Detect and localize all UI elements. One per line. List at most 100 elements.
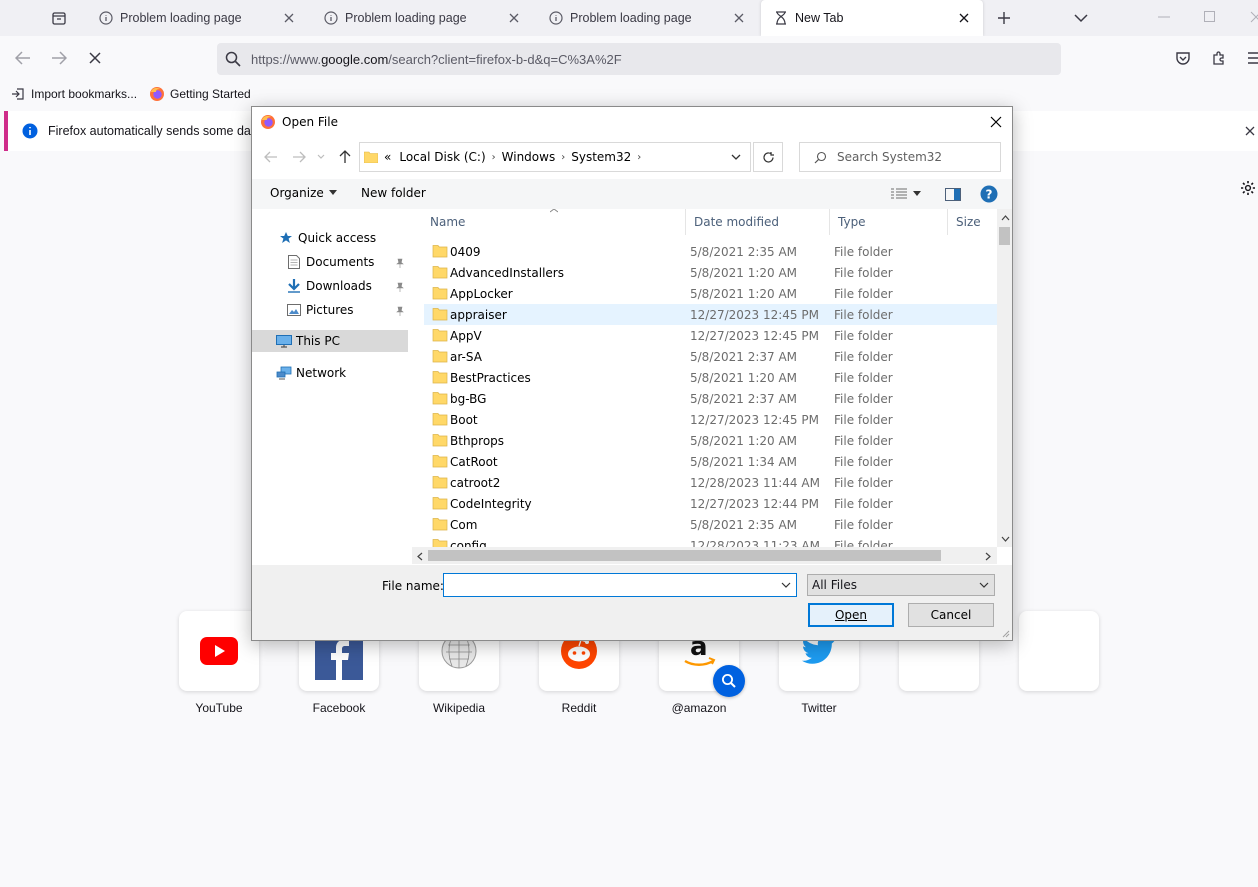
address-history-dropdown[interactable]	[727, 148, 745, 166]
horizontal-scroll-thumb[interactable]	[428, 550, 941, 561]
address-breadcrumb[interactable]: « Local Disk (C:) › Windows › System32 ›	[359, 142, 751, 172]
file-name-dropdown[interactable]	[778, 577, 794, 593]
close-icon	[1250, 11, 1258, 23]
file-row[interactable]: Bthprops 5/8/2021 1:20 AM File folder	[424, 430, 997, 451]
column-type-header[interactable]: Type	[830, 209, 948, 235]
column-date-header[interactable]: Date modified	[686, 209, 830, 235]
breadcrumb-separator-icon[interactable]: ›	[492, 152, 496, 163]
nav-this-pc[interactable]: This PC	[252, 330, 408, 352]
dialog-close-button[interactable]	[986, 112, 1006, 132]
close-window-button[interactable]	[1244, 6, 1258, 28]
file-row[interactable]: Com 5/8/2021 2:35 AM File folder	[424, 514, 997, 535]
organize-button[interactable]: Organize	[270, 186, 338, 200]
file-row[interactable]: BestPractices 5/8/2021 1:20 AM File folder	[424, 367, 997, 388]
pin-icon[interactable]	[394, 305, 406, 317]
file-row[interactable]: CatRoot 5/8/2021 1:34 AM File folder	[424, 451, 997, 472]
stop-button[interactable]	[83, 46, 107, 70]
folder-search-input[interactable]	[837, 150, 997, 164]
getting-started-link[interactable]: Getting Started	[149, 85, 251, 103]
maximize-button[interactable]	[1198, 6, 1222, 28]
vertical-scroll-thumb[interactable]	[999, 227, 1010, 245]
dialog-back-button[interactable]	[262, 148, 280, 166]
dialog-forward-button[interactable]	[290, 148, 308, 166]
breadcrumb-separator-icon[interactable]: ›	[561, 152, 565, 163]
file-row[interactable]: 0409 5/8/2021 2:35 AM File folder	[424, 241, 997, 262]
pin-icon[interactable]	[394, 257, 406, 269]
nav-label: Quick access	[298, 231, 377, 245]
file-row[interactable]: config 12/28/2023 11:23 AM File folder	[424, 535, 997, 547]
file-name-combobox[interactable]	[443, 573, 797, 597]
file-row[interactable]: appraiser 12/27/2023 12:45 PM File folder	[424, 304, 997, 325]
nav-quick-access[interactable]: Quick access	[278, 227, 376, 249]
file-row[interactable]: AdvancedInstallers 5/8/2021 1:20 AM File f…	[424, 262, 997, 283]
file-type-dropdown-icon[interactable]	[977, 578, 991, 592]
close-tab-icon[interactable]	[505, 9, 523, 27]
scroll-down-icon[interactable]	[999, 533, 1011, 545]
file-row[interactable]: AppLocker 5/8/2021 1:20 AM File folder	[424, 283, 997, 304]
import-bookmarks-link[interactable]: Import bookmarks...	[10, 85, 137, 103]
shortcut-youtube[interactable]: YouTube	[179, 611, 259, 715]
nav-pictures[interactable]: Pictures	[286, 299, 354, 321]
minimize-button[interactable]	[1152, 6, 1176, 28]
change-view-button[interactable]	[888, 183, 924, 205]
nav-network[interactable]: Network	[276, 362, 346, 384]
folder-search-box[interactable]	[799, 142, 1001, 172]
shortcut-tile[interactable]	[179, 611, 259, 691]
scroll-left-icon[interactable]	[414, 550, 426, 562]
shortcut-label: Wikipedia	[432, 701, 486, 715]
close-tab-icon[interactable]	[280, 9, 298, 27]
file-type-select[interactable]: All Files	[807, 574, 995, 596]
up-folder-button[interactable]	[336, 148, 354, 166]
tab-1[interactable]: Problem loading page	[86, 0, 308, 36]
file-row[interactable]: catroot2 12/28/2023 11:44 AM File folder	[424, 472, 997, 493]
close-tab-icon[interactable]	[730, 9, 748, 27]
scroll-right-icon[interactable]	[982, 550, 994, 562]
file-name-input[interactable]	[444, 574, 774, 596]
extensions-button[interactable]	[1207, 46, 1231, 70]
nav-downloads[interactable]: Downloads	[286, 275, 372, 297]
notification-close-button[interactable]	[1243, 124, 1257, 138]
tab-2[interactable]: Problem loading page	[311, 0, 533, 36]
file-row[interactable]: AppV 12/27/2023 12:45 PM File folder	[424, 325, 997, 346]
back-button[interactable]	[11, 46, 35, 70]
file-row[interactable]: CodeIntegrity 12/27/2023 12:44 PM File fol…	[424, 493, 997, 514]
shortcut-label: YouTube	[195, 701, 243, 715]
notification-text: Firefox automatically sends some data t	[48, 124, 269, 138]
refresh-button[interactable]	[753, 142, 783, 172]
file-row[interactable]: ar-SA 5/8/2021 2:37 AM File folder	[424, 346, 997, 367]
forward-button[interactable]	[47, 46, 71, 70]
pocket-button[interactable]	[1171, 46, 1195, 70]
horizontal-scrollbar[interactable]	[412, 547, 997, 564]
url-bar[interactable]: https://www.google.com/search?client=fir…	[217, 43, 1061, 75]
shortcut-empty[interactable]	[1019, 611, 1099, 691]
breadcrumb-local-disk[interactable]: Local Disk (C:)	[399, 150, 485, 164]
recent-locations-button[interactable]	[315, 148, 327, 166]
menu-button[interactable]	[1243, 46, 1258, 70]
close-tab-icon[interactable]	[955, 9, 973, 27]
column-size-header[interactable]: Size	[948, 209, 997, 235]
cancel-button[interactable]: Cancel	[908, 603, 994, 627]
scroll-up-icon[interactable]	[999, 212, 1011, 224]
url-text[interactable]: https://www.google.com/search?client=fir…	[251, 52, 622, 67]
breadcrumb-separator-icon[interactable]: ›	[637, 152, 641, 163]
breadcrumb-system32[interactable]: System32	[571, 150, 631, 164]
nav-documents[interactable]: Documents	[286, 251, 374, 273]
pin-icon[interactable]	[394, 281, 406, 293]
firefox-view-button[interactable]	[48, 7, 70, 29]
vertical-scrollbar[interactable]	[997, 209, 1012, 547]
list-all-tabs-button[interactable]	[1070, 7, 1092, 29]
file-row[interactable]: bg-BG 5/8/2021 2:37 AM File folder	[424, 388, 997, 409]
resize-grip-icon[interactable]	[1000, 628, 1010, 638]
open-button[interactable]: Open	[808, 603, 894, 627]
preview-pane-button[interactable]	[942, 183, 964, 205]
breadcrumb-windows[interactable]: Windows	[502, 150, 556, 164]
tab-new-tab[interactable]: New Tab	[761, 0, 983, 36]
new-folder-button[interactable]: New folder	[361, 186, 426, 200]
customize-newtab-button[interactable]	[1238, 178, 1258, 198]
new-tab-button[interactable]	[993, 7, 1015, 29]
shortcut-tile[interactable]	[1019, 611, 1099, 691]
tab-3[interactable]: Problem loading page	[536, 0, 758, 36]
help-button[interactable]: ?	[978, 183, 1000, 205]
file-row[interactable]: Boot 12/27/2023 12:45 PM File folder	[424, 409, 997, 430]
breadcrumb-overflow[interactable]: «	[384, 150, 391, 164]
